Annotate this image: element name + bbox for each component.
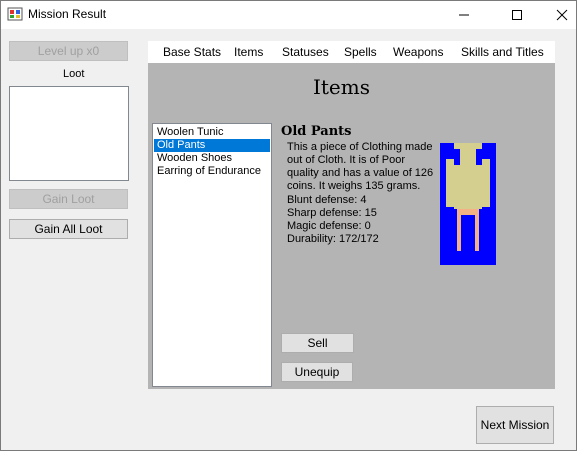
level-up-button[interactable]: Level up x0 bbox=[9, 41, 128, 61]
list-item-selected[interactable]: Old Pants bbox=[154, 139, 270, 152]
tab-items[interactable]: Items bbox=[234, 45, 263, 59]
tab-statuses[interactable]: Statuses bbox=[282, 45, 329, 59]
minimize-button[interactable] bbox=[441, 1, 486, 29]
sell-button[interactable]: Sell bbox=[281, 333, 354, 353]
item-name: Old Pants bbox=[281, 124, 352, 139]
sharp-defense: Sharp defense: 15 bbox=[287, 207, 377, 219]
blunt-defense: Blunt defense: 4 bbox=[287, 194, 367, 206]
panel-title: Items bbox=[312, 75, 370, 99]
title-bar[interactable]: Mission Result bbox=[1, 1, 576, 29]
tab-base-stats[interactable]: Base Stats bbox=[163, 45, 221, 59]
item-list[interactable]: Woolen Tunic Old Pants Wooden Shoes Earr… bbox=[152, 123, 272, 387]
loot-list[interactable] bbox=[9, 86, 129, 181]
close-button[interactable] bbox=[539, 1, 577, 29]
window-title: Mission Result bbox=[28, 7, 107, 21]
gain-all-loot-button[interactable]: Gain All Loot bbox=[9, 219, 128, 239]
list-item[interactable]: Wooden Shoes bbox=[154, 152, 270, 165]
items-panel: Items Woolen Tunic Old Pants Wooden Shoe… bbox=[148, 63, 555, 389]
tab-strip: Base Stats Items Statuses Spells Weapons… bbox=[148, 41, 555, 63]
gain-loot-button[interactable]: Gain Loot bbox=[9, 189, 128, 209]
unequip-button[interactable]: Unequip bbox=[281, 362, 353, 382]
list-item[interactable]: Earring of Endurance bbox=[154, 165, 270, 178]
next-mission-button[interactable]: Next Mission bbox=[476, 406, 554, 444]
item-description: This a piece of Clothing made out of Clo… bbox=[287, 141, 434, 192]
magic-defense: Magic defense: 0 bbox=[287, 220, 371, 232]
close-icon bbox=[556, 9, 567, 21]
app-icon bbox=[7, 7, 23, 21]
tab-skills-and-titles[interactable]: Skills and Titles bbox=[461, 45, 544, 59]
tab-weapons[interactable]: Weapons bbox=[393, 45, 443, 59]
minimize-icon bbox=[458, 14, 469, 16]
maximize-button[interactable] bbox=[494, 1, 539, 29]
list-item[interactable]: Woolen Tunic bbox=[154, 126, 270, 139]
loot-label: Loot bbox=[63, 68, 85, 80]
durability: Durability: 172/172 bbox=[287, 233, 379, 245]
maximize-icon bbox=[511, 10, 522, 20]
mission-result-window: Mission Result Level up x0 Loot Gain Loo… bbox=[0, 0, 577, 451]
character-sprite-image bbox=[440, 143, 496, 265]
tab-spells[interactable]: Spells bbox=[344, 45, 377, 59]
